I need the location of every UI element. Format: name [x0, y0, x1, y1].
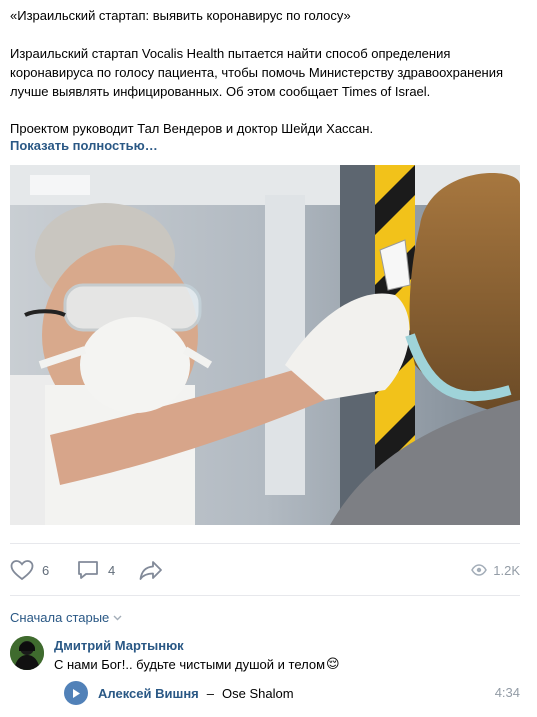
- avatar[interactable]: [10, 636, 44, 670]
- post-photo-illustration: [10, 165, 520, 525]
- audio-separator: –: [206, 685, 214, 701]
- post-body-line-2: коронавируса по голосу пациента, чтобы п…: [10, 65, 504, 80]
- comment-text: С нами Бог!.. будьте чистыми душой и тел…: [54, 656, 326, 672]
- play-button[interactable]: [64, 681, 88, 705]
- post-photo[interactable]: [10, 165, 520, 525]
- like-button[interactable]: 6: [10, 555, 49, 585]
- share-button[interactable]: [138, 555, 164, 585]
- wall-post: «Израильский стартап: выявить коронавиру…: [0, 0, 537, 717]
- eye-icon: [471, 564, 488, 576]
- likes-count: 6: [42, 562, 50, 578]
- divider-top: [10, 543, 520, 544]
- play-icon: [73, 688, 80, 698]
- audio-title[interactable]: Ose Shalom: [222, 686, 294, 701]
- post-body-line-4: Проектом руководит Тал Вендеров и доктор…: [10, 121, 374, 136]
- avatar-image: [10, 636, 44, 670]
- post-title-line: «Израильский стартап: выявить коронавиру…: [10, 8, 351, 23]
- views-count: 1.2K: [493, 562, 520, 578]
- comments-sort-dropdown[interactable]: Сначала старые: [10, 610, 122, 625]
- comments-count: 4: [108, 562, 116, 578]
- comment-author[interactable]: Дмитрий Мартынюк: [54, 638, 184, 653]
- views-counter: 1.2K: [471, 555, 520, 585]
- heart-icon: [10, 560, 34, 581]
- comment-button[interactable]: 4: [76, 555, 115, 585]
- post-body-line-3: лучше выявлять инфицированных. Об этом с…: [10, 84, 431, 99]
- post-actions: 6 4 1.2K: [10, 555, 520, 585]
- divider-bottom: [10, 595, 520, 596]
- comment-text-row: С нами Бог!.. будьте чистыми душой и тел…: [54, 656, 340, 672]
- chevron-down-icon: [113, 615, 122, 620]
- sort-label: Сначала старые: [10, 610, 110, 625]
- audio-attachment: Алексей Вишня – Ose Shalom 4:34: [64, 681, 520, 705]
- audio-duration: 4:34: [494, 685, 520, 700]
- relieved-emoji-icon: 😌: [326, 656, 340, 671]
- show-more-link[interactable]: Показать полностью…: [10, 138, 158, 153]
- share-icon: [139, 561, 162, 580]
- post-body-line-1: Израильский стартап Vocalis Health пытае…: [10, 46, 451, 61]
- comment-icon: [78, 561, 98, 579]
- audio-artist[interactable]: Алексей Вишня: [98, 686, 199, 701]
- comment-item: Дмитрий Мартынюк С нами Бог!.. будьте чи…: [10, 633, 520, 713]
